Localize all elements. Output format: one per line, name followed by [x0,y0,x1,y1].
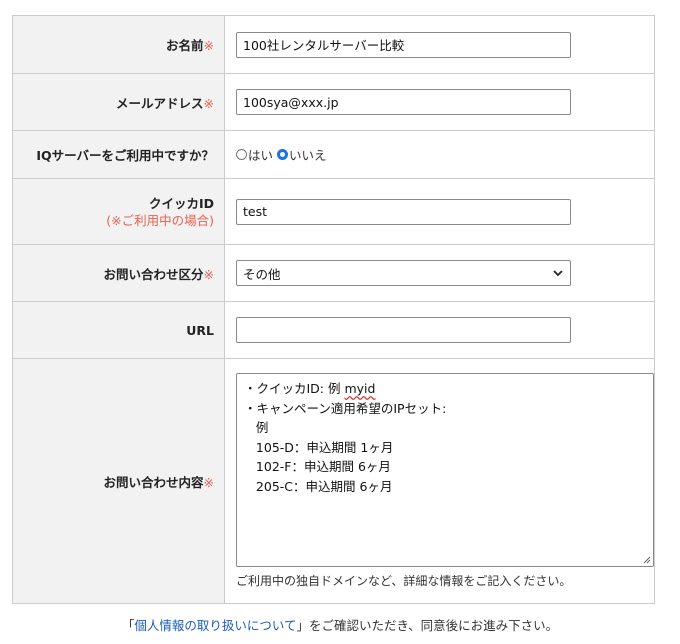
name-label-cell: お名前※ [12,15,225,74]
email-input[interactable]: 100sya@xxx.jp [236,89,571,115]
category-label-cell: お問い合わせ区分※ [12,244,225,302]
radio-no[interactable] [277,149,289,160]
required-mark: ※ [203,95,214,111]
contact-form-table: お名前※ 100社レンタルサーバー比較 メールアドレス※ 100sya@xxx.… [12,15,655,604]
quicca-id-input[interactable]: test [236,198,571,225]
privacy-policy-link[interactable]: 個人情報の取り扱いについて [134,618,296,633]
iq-user-label-cell: IQサーバーをご利用中ですか？ [12,130,225,179]
inquiry-line: 205-C：申込期間 6ヶ月 [244,478,393,494]
quicca-id-note: (※ご利用中の場合) [106,213,214,228]
category-label: お問い合わせ区分 [103,266,204,282]
iq-user-value-cell: はい いいえ [224,130,655,179]
radio-no-label[interactable]: いいえ [289,145,327,164]
category-selected-value: その他 [243,266,281,282]
quicca-id-value-cell: test [224,178,655,245]
name-input[interactable]: 100社レンタルサーバー比較 [236,31,571,58]
row-email: メールアドレス※ 100sya@xxx.jp [12,73,655,131]
row-iq-user: IQサーバーをご利用中ですか？ はい いいえ [12,130,655,179]
email-label: メールアドレス [116,95,204,111]
iq-user-radio-group: はい いいえ [236,145,654,164]
category-select[interactable]: その他 [236,260,571,286]
inquiry-line: 105-D：申込期間 1ヶ月 [244,439,394,455]
required-mark: ※ [203,474,214,490]
inquiry-line: 102-F：申込期間 6ヶ月 [244,459,391,475]
inquiry-textarea[interactable]: ・クイッカID: 例 myid ・キャンペーン適用希望のIPセット: 例 105-… [236,373,654,567]
url-label-cell: URL [12,301,225,359]
inquiry-label-cell: お問い合わせ内容※ [12,358,225,604]
row-category: お問い合わせ区分※ その他 [12,244,655,302]
required-mark: ※ [203,266,214,282]
privacy-close-text: 」をご確認いただき、同意後にお進み下さい。 [296,618,559,633]
inquiry-label: お問い合わせ内容 [103,474,204,490]
privacy-notice: 「個人情報の取り扱いについて」をご確認いただき、同意後にお進み下さい。 [0,615,680,634]
privacy-open-bracket: 「 [121,618,135,633]
resize-grip-icon[interactable] [643,556,651,564]
chevron-down-icon [553,270,563,277]
quicca-id-label-cell: クイッカID (※ご利用中の場合) [12,178,225,245]
row-url: URL [12,301,655,359]
radio-yes[interactable] [236,149,247,160]
email-value-cell: 100sya@xxx.jp [224,73,655,131]
required-mark: ※ [203,38,214,53]
radio-yes-label[interactable]: はい [248,145,273,164]
row-quicca-id: クイッカID (※ご利用中の場合) test [12,178,655,245]
inquiry-value-cell: ・クイッカID: 例 myid ・キャンペーン適用希望のIPセット: 例 105-… [224,358,655,604]
name-label: お名前 [166,38,204,53]
inquiry-line-text: myid [344,381,376,396]
row-inquiry: お問い合わせ内容※ ・クイッカID: 例 myid ・キャンペーン適用希望のIPセ… [12,358,655,604]
category-value-cell: その他 [224,244,655,302]
url-value-cell [224,301,655,359]
iq-user-label: IQサーバーをご利用中ですか？ [36,148,214,163]
name-value-cell: 100社レンタルサーバー比較 [224,15,655,74]
inquiry-hint: ご利用中の独自ドメインなど、詳細な情報をご記入ください。 [236,574,572,588]
inquiry-line: ・キャンペーン適用希望のIPセット: [244,400,447,416]
url-input[interactable] [236,317,571,343]
quicca-id-label: クイッカID [148,196,214,211]
inquiry-line: 例 [244,420,269,436]
email-label-cell: メールアドレス※ [12,73,225,131]
row-name: お名前※ 100社レンタルサーバー比較 [12,15,655,74]
url-label: URL [186,322,214,338]
inquiry-line-text: ・クイッカID: 例 [244,381,345,396]
inquiry-line: ・クイッカID: 例 myid [244,379,646,399]
